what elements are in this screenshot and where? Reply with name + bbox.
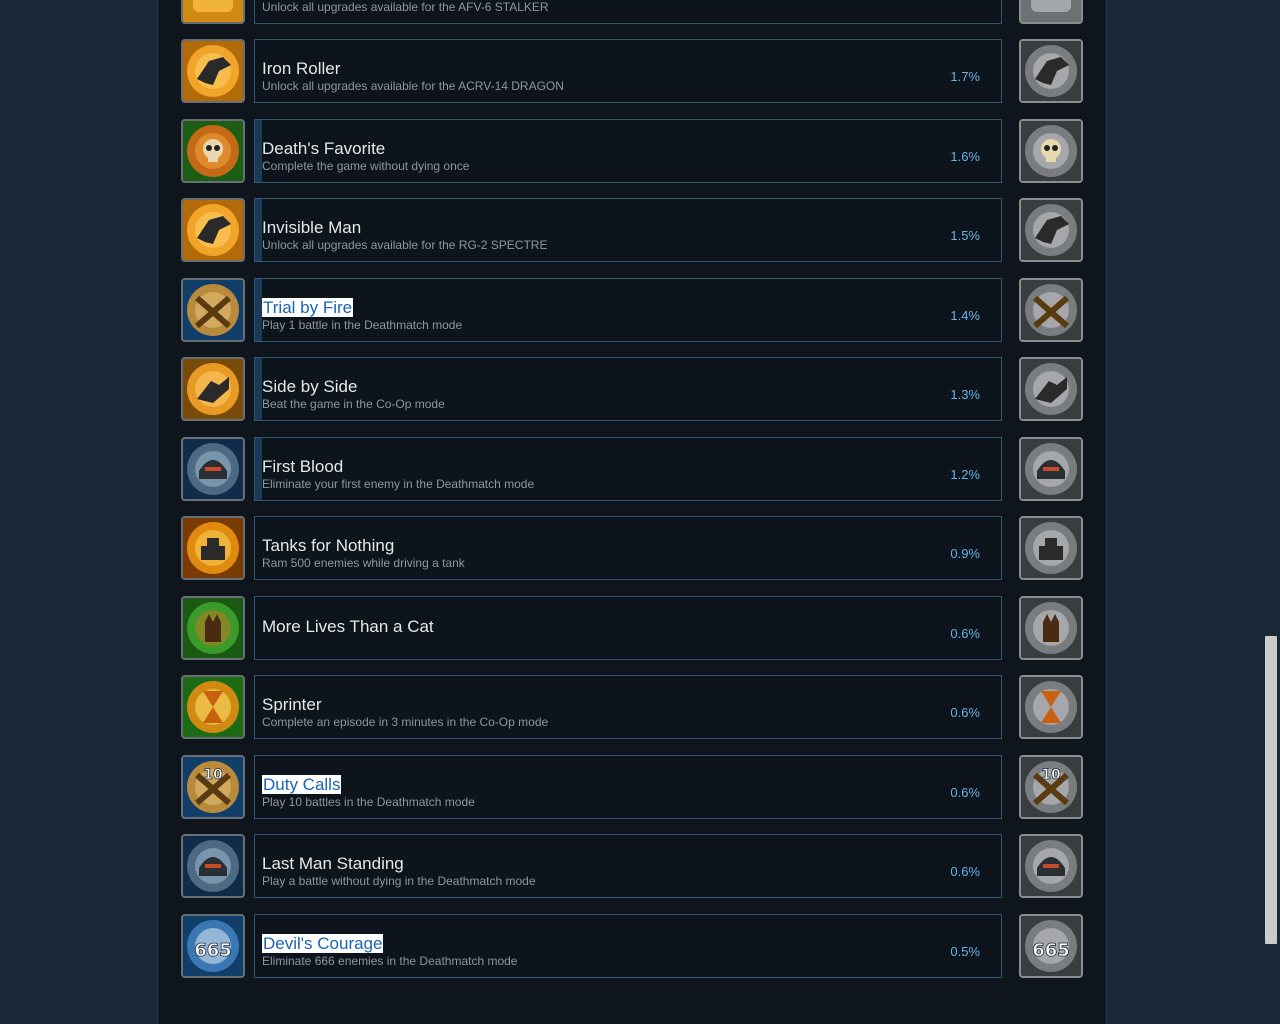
achievement-info-box: Unlock all upgrades available for the AF… xyxy=(254,0,1002,24)
achievement-global-percent: 0.6% xyxy=(950,785,980,800)
achievement-row: Iron Roller Unlock all upgrades available… xyxy=(181,39,1083,103)
achievement-global-percent: 1.4% xyxy=(950,308,980,323)
achievement-row: Last Man Standing Play a battle without d… xyxy=(181,834,1083,898)
tank-icon xyxy=(181,39,245,103)
achievement-info-box: Death's Favorite Complete the game withou… xyxy=(254,119,1002,183)
achievement-row: Invisible Man Unlock all upgrades availab… xyxy=(181,198,1083,262)
achievement-icon-locked xyxy=(1019,0,1083,24)
helmet-locked-icon xyxy=(1019,834,1083,898)
svg-text:665: 665 xyxy=(194,940,232,961)
achievement-global-percent: 0.6% xyxy=(950,864,980,879)
achievement-info-box: Invisible Man Unlock all upgrades availab… xyxy=(254,198,1002,262)
tank-front-icon xyxy=(181,516,245,580)
achievement-title: Last Man Standing xyxy=(262,854,404,873)
achievement-description: Play 10 battles in the Deathmatch mode xyxy=(262,795,475,809)
achievement-title: More Lives Than a Cat xyxy=(262,617,434,636)
achievement-global-percent: 0.5% xyxy=(950,944,980,959)
achievement-description: Ram 500 enemies while driving a tank xyxy=(262,556,465,570)
achievement-description: Eliminate your first enemy in the Deathm… xyxy=(262,477,535,491)
achievement-info-box: Last Man Standing Play a battle without d… xyxy=(254,834,1002,898)
achievement-title: First Blood xyxy=(262,457,344,476)
achievement-title: Trial by Fire xyxy=(262,298,354,317)
svg-text:10: 10 xyxy=(203,767,223,783)
achievement-info-box: Devil's Courage Eliminate 666 enemies in … xyxy=(254,914,1002,978)
achievement-info-box: Side by Side Beat the game in the Co-Op m… xyxy=(254,357,1002,421)
achievement-row: 10 Duty Calls Play 10 battles in the Death… xyxy=(181,755,1083,819)
achievement-title: Tanks for Nothing xyxy=(262,536,395,555)
achievement-description: Eliminate 666 enemies in the Deathmatch … xyxy=(262,954,518,968)
scrollbar-thumb[interactable] xyxy=(1265,636,1277,944)
achievement-global-percent: 1.7% xyxy=(950,69,980,84)
achievement-row: 665 Devil's Courage Eliminate 666 enemies … xyxy=(181,914,1083,978)
achievement-global-percent: 1.2% xyxy=(950,467,980,482)
achievement-description: Unlock all upgrades available for the AC… xyxy=(262,79,564,93)
svg-text:665: 665 xyxy=(1032,940,1070,961)
achievement-row: Trial by Fire Play 1 battle in the Deathm… xyxy=(181,278,1083,342)
achievement-row: More Lives Than a Cat 0.6% xyxy=(181,596,1083,660)
tank-locked-icon xyxy=(1019,39,1083,103)
crossed-guns-10-icon: 10 xyxy=(181,755,245,819)
achievement-title: Iron Roller xyxy=(262,59,341,78)
achievement-global-percent: 1.5% xyxy=(950,228,980,243)
achievement-icon-unlocked xyxy=(181,0,245,24)
handshake-icon xyxy=(181,357,245,421)
achievement-description: Play a battle without dying in the Death… xyxy=(262,874,536,888)
crossed-guns-10-locked-icon: 10 xyxy=(1019,755,1083,819)
hourglass-icon xyxy=(181,675,245,739)
achievement-title: Side by Side xyxy=(262,377,358,396)
svg-text:10: 10 xyxy=(1041,767,1061,783)
aircraft-icon xyxy=(181,198,245,262)
achievement-row: Sprinter Complete an episode in 3 minutes… xyxy=(181,675,1083,739)
cat-icon xyxy=(181,596,245,660)
skull-locked-icon xyxy=(1019,119,1083,183)
hourglass-locked-icon xyxy=(1019,675,1083,739)
achievement-description: Beat the game in the Co-Op mode xyxy=(262,397,445,411)
achievement-title: Invisible Man xyxy=(262,218,362,237)
achievement-row: Death's Favorite Complete the game withou… xyxy=(181,119,1083,183)
achievement-description: Unlock all upgrades available for the AF… xyxy=(262,0,549,14)
tank-front-locked-icon xyxy=(1019,516,1083,580)
achievement-description: Play 1 battle in the Deathmatch mode xyxy=(262,318,463,332)
helmet-icon xyxy=(181,437,245,501)
number-666-icon: 665 xyxy=(181,914,245,978)
number-666-locked-icon: 665 xyxy=(1019,914,1083,978)
achievement-global-percent: 1.6% xyxy=(950,149,980,164)
helmet-locked-icon xyxy=(1019,437,1083,501)
cat-locked-icon xyxy=(1019,596,1083,660)
crossed-guns-icon xyxy=(181,278,245,342)
achievement-global-percent: 0.6% xyxy=(950,705,980,720)
skull-icon xyxy=(181,119,245,183)
achievement-info-box: Sprinter Complete an episode in 3 minutes… xyxy=(254,675,1002,739)
achievement-info-box: First Blood Eliminate your first enemy in… xyxy=(254,437,1002,501)
achievement-info-box: More Lives Than a Cat 0.6% xyxy=(254,596,1002,660)
achievement-info-box: Duty Calls Play 10 battles in the Deathma… xyxy=(254,755,1002,819)
achievement-info-box: Trial by Fire Play 1 battle in the Deathm… xyxy=(254,278,1002,342)
achievement-row-partial: Unlock all upgrades available for the AF… xyxy=(181,0,1083,24)
achievement-title: Devil's Courage xyxy=(262,934,384,953)
achievement-description: Complete an episode in 3 minutes in the … xyxy=(262,715,549,729)
handshake-locked-icon xyxy=(1019,357,1083,421)
achievement-global-percent: 1.3% xyxy=(950,387,980,402)
achievement-global-percent: 0.6% xyxy=(950,626,980,641)
achievement-info-box: Iron Roller Unlock all upgrades available… xyxy=(254,39,1002,103)
achievement-title: Death's Favorite xyxy=(262,139,386,158)
achievement-row: Side by Side Beat the game in the Co-Op m… xyxy=(181,357,1083,421)
achievement-row: Tanks for Nothing Ram 500 enemies while d… xyxy=(181,516,1083,580)
achievement-title: Duty Calls xyxy=(262,775,342,794)
crossed-guns-locked-icon xyxy=(1019,278,1083,342)
achievement-title: Sprinter xyxy=(262,695,322,714)
achievement-description: Unlock all upgrades available for the RG… xyxy=(262,238,548,252)
achievement-global-percent: 0.9% xyxy=(950,546,980,561)
achievement-info-box: Tanks for Nothing Ram 500 enemies while d… xyxy=(254,516,1002,580)
helmet-icon xyxy=(181,834,245,898)
achievement-description: Complete the game without dying once xyxy=(262,159,470,173)
aircraft-locked-icon xyxy=(1019,198,1083,262)
achievement-row: First Blood Eliminate your first enemy in… xyxy=(181,437,1083,501)
